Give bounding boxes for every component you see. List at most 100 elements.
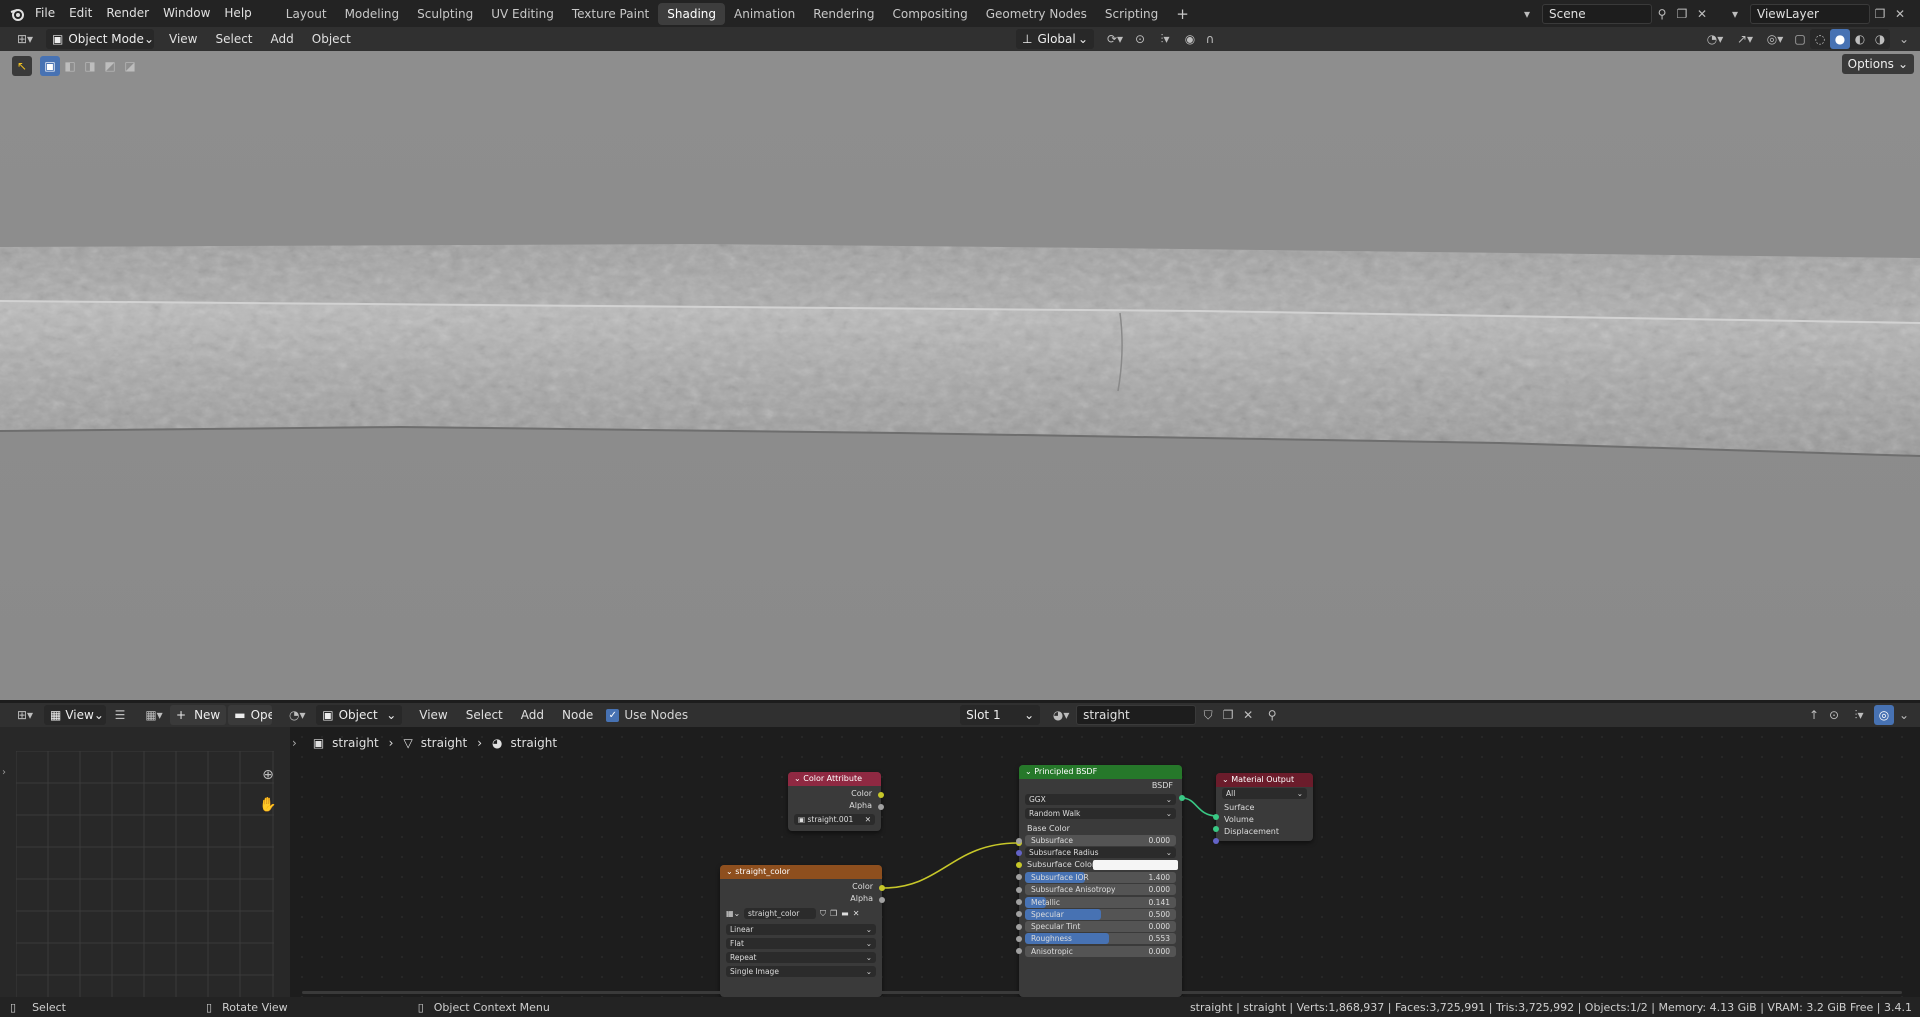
subsurface-color-swatch[interactable] [1093,859,1178,870]
node-menu-view[interactable]: View [410,708,456,722]
material-name-field[interactable]: straight [1076,705,1197,725]
new-image-button[interactable]: + New [170,705,227,725]
tab-rendering[interactable]: Rendering [804,3,883,25]
menu-object[interactable]: Object [303,32,360,46]
3d-viewport[interactable]: ↖ ▣ ◧ ◨ ◩ ◪ Options ⌄ [0,51,1920,700]
bsdf-input-socket[interactable] [1016,849,1022,856]
bsdf-input-socket[interactable] [1016,886,1022,893]
bsdf-input-metallic[interactable]: Metallic 0.141 [1025,896,1176,908]
volume-socket[interactable] [1213,826,1219,832]
bsdf-input-subsurface-color[interactable]: Subsurface Color [1027,859,1178,870]
collapse-icon[interactable]: ⌄ [1025,767,1034,776]
fake-user-shield-icon[interactable]: ⛉ [1198,705,1218,725]
new-scene-icon[interactable]: ❐ [1672,4,1692,24]
node-header[interactable]: ⌄ straight_color [720,865,882,879]
bsdf-output-socket[interactable] [1179,795,1185,801]
tab-compositing[interactable]: Compositing [883,3,976,25]
image-browse-icon[interactable]: ▦⌄ [726,909,744,918]
overlay-icon[interactable]: ◎▾ [1760,29,1790,49]
collapse-icon[interactable]: ⌄ [1222,775,1231,784]
shader-node-editor[interactable]: › ▣ straight › ▽ straight › ◕ straight ⌄… [292,727,1920,997]
snap-target-icon[interactable]: ⫶▾ [1150,29,1180,49]
node-overlay-icon[interactable]: ◎ [1874,705,1894,725]
xray-icon[interactable]: ▢ [1790,29,1810,49]
principled-bsdf-node[interactable]: ⌄ Principled BSDF BSDF GGX ⌄ Random Walk ⌄… [1019,765,1182,997]
editor-type-icon[interactable]: ⊞▾ [10,29,40,49]
snap-mode-icon[interactable]: ⫶▾ [1844,705,1874,725]
parent-node-icon[interactable]: ↑ [1804,705,1824,725]
duplicate-material-icon[interactable]: ❐ [1218,705,1238,725]
bsdf-input-socket[interactable] [1016,837,1022,844]
fake-user-shield-icon[interactable]: ⛉ [820,909,826,919]
slot-dropdown[interactable]: Slot 1 ⌄ [960,705,1041,725]
collapse-icon[interactable]: ⌄ [794,774,803,783]
tab-texture-paint[interactable]: Texture Paint [563,3,658,25]
shader-type-dropdown[interactable]: ▣ Object ⌄ [316,705,403,725]
image-browse-icon[interactable]: ▦▾ [140,705,168,725]
close-icon[interactable]: ✕ [865,814,871,825]
mode-dropdown[interactable]: ▣ Object Mode ⌄ [46,29,154,49]
close-viewlayer-icon[interactable]: ✕ [1890,4,1910,24]
rendered-shading-icon[interactable]: ◑ [1870,29,1890,49]
pin-icon[interactable]: ⚲ [1262,705,1282,725]
color-socket[interactable] [879,885,885,891]
tab-modeling[interactable]: Modeling [336,3,409,25]
node-menu-add[interactable]: Add [512,708,553,722]
tab-scripting[interactable]: Scripting [1096,3,1167,25]
expand-sidebar-icon[interactable]: › [2,767,6,778]
tab-geometry-nodes[interactable]: Geometry Nodes [977,3,1096,25]
bsdf-input-specular-tint[interactable]: Specular Tint 0.000 [1025,921,1176,933]
visibility-icon[interactable]: ◔▾ [1700,29,1730,49]
node-header[interactable]: ⌄ Material Output [1216,773,1313,787]
menu-select[interactable]: Select [206,32,261,46]
image-name-field[interactable]: straight_color [744,908,816,919]
menu-render[interactable]: Render [99,0,156,27]
open-image-button[interactable]: ▬ Ope [228,705,273,725]
menu-view[interactable]: View [160,32,206,46]
bsdf-input-subsurface-radius[interactable]: Subsurface Radius ⌄ [1025,847,1176,859]
projection-dropdown[interactable]: Flat ⌄ [726,938,876,949]
hamburger-menu-icon[interactable]: ☰ [110,705,130,725]
displacement-socket[interactable] [1213,838,1219,844]
zoom-icon[interactable]: ⊕ [258,765,278,785]
distribution-dropdown[interactable]: GGX ⌄ [1025,794,1176,805]
color-socket[interactable] [878,792,884,798]
source-dropdown[interactable]: Single Image ⌄ [726,966,876,977]
overlay-options-icon[interactable]: ⌄ [1894,705,1914,725]
menu-edit[interactable]: Edit [62,0,99,27]
view-mode-dropdown[interactable]: ▦ View ⌄ [44,705,106,725]
bsdf-input-subsurface[interactable]: Subsurface 0.000 [1025,835,1176,846]
surface-socket[interactable] [1213,814,1219,820]
node-header[interactable]: ⌄ Color Attribute [788,772,881,786]
scene-field[interactable]: Scene [1542,3,1652,24]
alpha-socket[interactable] [878,804,884,810]
gizmo-icon[interactable]: ↗▾ [1730,29,1760,49]
bsdf-input-roughness[interactable]: Roughness 0.553 [1025,933,1176,945]
color-layer-field[interactable]: ▣ straight.001 ✕ [794,814,875,825]
solid-shading-icon[interactable]: ● [1830,29,1850,49]
close-scene-icon[interactable]: ✕ [1692,4,1712,24]
menu-window[interactable]: Window [156,0,217,27]
wireframe-shading-icon[interactable]: ◌ [1810,29,1830,49]
material-output-node[interactable]: ⌄ Material Output All ⌄ Surface Volume Di… [1216,773,1313,841]
pan-hand-icon[interactable]: ✋ [258,795,278,815]
extension-dropdown[interactable]: Repeat ⌄ [726,952,876,963]
horizontal-scrollbar[interactable] [302,991,1902,994]
subsurface-method-dropdown[interactable]: Random Walk ⌄ [1025,808,1176,819]
unlink-material-icon[interactable]: ✕ [1238,705,1258,725]
snap-icon[interactable]: ⊙ [1130,29,1150,49]
image-editor-panel[interactable]: ⊕ ✋ › [0,727,290,997]
bsdf-input-specular[interactable]: Specular 0.500 [1025,908,1176,920]
tab-shading[interactable]: Shading [658,2,725,25]
image-editor-type-icon[interactable]: ⊞▾ [10,705,40,725]
proportional-edit-icon[interactable]: ◉ [1180,29,1200,49]
interpolation-dropdown[interactable]: Linear ⌄ [726,924,876,935]
new-viewlayer-icon[interactable]: ❐ [1870,4,1890,24]
use-nodes-toggle[interactable]: ✓ Use Nodes [606,708,688,722]
material-shading-icon[interactable]: ◐ [1850,29,1870,49]
menu-help[interactable]: Help [217,0,258,27]
add-workspace-button[interactable]: + [1167,3,1198,25]
pin-icon[interactable]: ⚲ [1652,4,1672,24]
color-attribute-node[interactable]: ⌄ Color Attribute Color Alpha ▣ straight… [788,772,881,831]
tab-layout[interactable]: Layout [277,3,336,25]
